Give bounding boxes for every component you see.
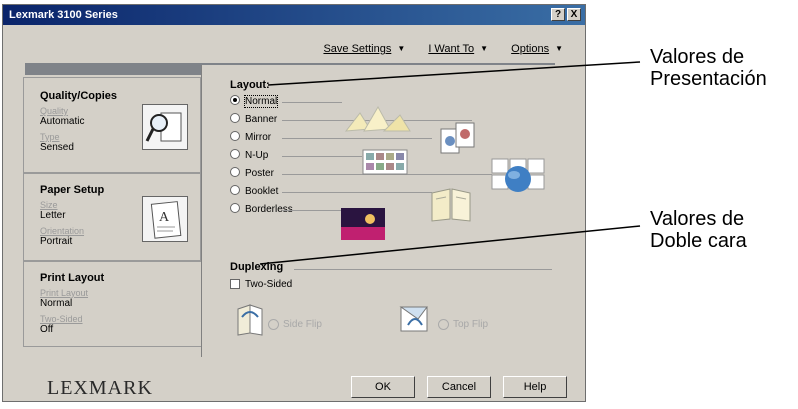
leader-layout-line xyxy=(267,61,641,86)
leader-lines xyxy=(259,61,641,265)
leader-duplex-line xyxy=(259,225,641,265)
